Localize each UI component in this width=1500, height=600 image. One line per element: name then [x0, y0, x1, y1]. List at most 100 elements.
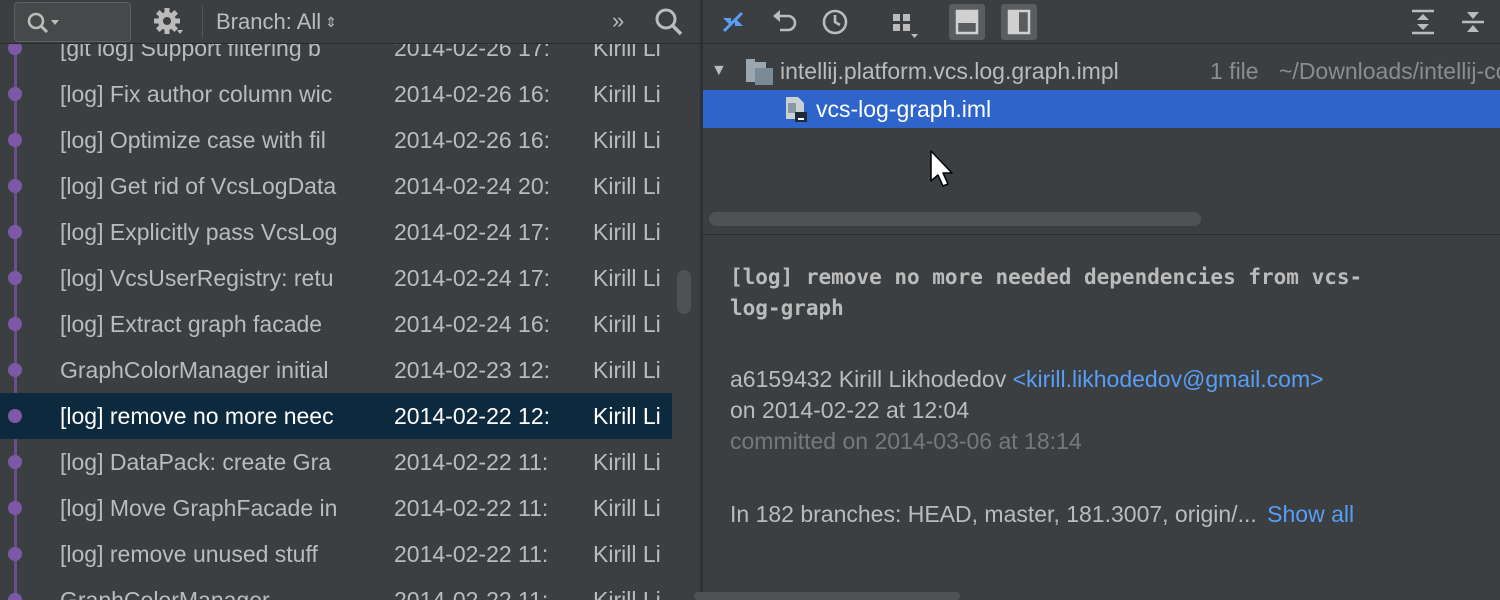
more-filters-button[interactable]: » [612, 6, 624, 38]
commit-hash-author: a6159432 Kirill Likhodedov [730, 366, 1007, 392]
collapse-all-icon [1462, 12, 1484, 32]
commit-row[interactable]: [log] Get rid of VcsLogData 2014-02-24 20… [0, 163, 672, 209]
commit-row[interactable]: [log] Move GraphFacade in 2014-02-22 11: K… [0, 485, 672, 531]
commit-graph-node [8, 547, 22, 561]
commit-date: 2014-02-22 11: [394, 587, 549, 600]
tree-module-node[interactable]: ▼ intellij.platform.vcs.log.graph.impl 1… [703, 52, 1500, 90]
commit-message: [log] Move GraphFacade in [60, 495, 338, 521]
collapse-all-button[interactable] [1455, 4, 1491, 40]
module-folder-icon [746, 59, 773, 85]
commit-graph-node [8, 87, 22, 101]
commit-graph-node [8, 271, 22, 285]
commit-date: 2014-02-26 16: [394, 81, 551, 107]
commit-message: [log] Get rid of VcsLogData [60, 173, 337, 199]
commit-author: Kirill Li [593, 311, 661, 337]
branch-filter-dropdown[interactable]: Branch: All ⇕ [216, 6, 337, 38]
module-name: intellij.platform.vcs.log.graph.impl [780, 58, 1119, 84]
commit-date: 2014-02-26 16: [394, 127, 551, 153]
gear-icon [154, 8, 183, 34]
commit-date: 2014-02-24 16: [394, 311, 551, 337]
expanded-arrow-icon[interactable]: ▼ [711, 52, 727, 90]
iml-file-icon [786, 97, 807, 122]
settings-button[interactable] [150, 6, 186, 38]
commit-row[interactable]: [log] Extract graph facade 2014-02-24 16:… [0, 301, 672, 347]
commit-subject: [log] remove no more needed dependencies… [730, 265, 1363, 320]
commit-author: Kirill Li [593, 127, 661, 153]
commit-log-table[interactable]: [git log] Support filtering b 2014-02-26 … [0, 44, 672, 600]
search-with-dropdown-icon [27, 12, 59, 34]
commit-row[interactable]: [log] DataPack: create Gra 2014-02-22 11:… [0, 439, 672, 485]
commit-row[interactable]: [log] Optimize case with fil 2014-02-26 1… [0, 117, 672, 163]
commit-graph-node [8, 44, 22, 55]
commit-graph-node [8, 593, 22, 600]
expand-all-icon [1412, 9, 1434, 35]
tree-horizontal-scrollbar[interactable] [709, 212, 1201, 226]
commit-row[interactable]: [log] VcsUserRegistry: retu 2014-02-24 17… [0, 255, 672, 301]
find-button[interactable] [652, 4, 688, 40]
commit-date: 2014-02-26 17: [394, 44, 551, 61]
commit-author: Kirill Li [593, 357, 661, 383]
commit-message: GraphColorManager initial [60, 357, 329, 383]
commit-row[interactable]: [log] remove no more neec 2014-02-22 12: K… [0, 393, 672, 439]
show-all-branches-link[interactable]: Show all [1267, 501, 1354, 527]
committed-date: committed on 2014-03-06 at 18:14 [730, 428, 1082, 454]
branches-line: In 182 branches: HEAD, master, 181.3007,… [730, 499, 1490, 530]
show-diff-button[interactable] [715, 4, 751, 40]
commit-message: [git log] Support filtering b [60, 44, 321, 61]
commit-date: 2014-02-23 12: [394, 357, 551, 383]
commit-graph-node [8, 363, 22, 377]
commit-graph-node [8, 133, 22, 147]
commit-author-line: a6159432 Kirill Likhodedov <kirill.likho… [730, 364, 1490, 395]
commit-author: Kirill Li [593, 541, 661, 567]
commit-graph-node [8, 501, 22, 515]
commit-author: Kirill Li [593, 265, 661, 291]
history-button[interactable] [817, 4, 853, 40]
commit-date: 2014-02-22 12: [394, 403, 551, 429]
tree-file-node[interactable]: vcs-log-graph.iml [703, 90, 1500, 128]
log-vertical-scrollbar[interactable] [677, 270, 691, 314]
commit-author: Kirill Li [593, 44, 661, 61]
branch-filter-label: Branch: All [216, 9, 322, 34]
commit-row[interactable]: [git log] Support filtering b 2014-02-26 … [0, 44, 672, 71]
toolbar-separator [202, 6, 203, 38]
authored-date: on 2014-02-22 at 12:04 [730, 397, 970, 423]
search-field[interactable] [14, 2, 131, 42]
commit-author: Kirill Li [593, 403, 661, 429]
group-by-button[interactable] [885, 4, 921, 40]
commit-meta: a6159432 Kirill Likhodedov <kirill.likho… [730, 364, 1490, 457]
commit-date: 2014-02-22 11: [394, 495, 549, 521]
commit-message: [log] VcsUserRegistry: retu [60, 265, 334, 291]
commit-graph-node [8, 179, 22, 193]
commit-author: Kirill Li [593, 219, 661, 245]
changed-files-tree[interactable]: ▼ intellij.platform.vcs.log.graph.impl 1… [703, 52, 1500, 232]
module-path: ~/Downloads/intellij-community [1279, 58, 1500, 84]
history-icon [822, 9, 848, 35]
author-email-link[interactable]: <kirill.likhodedov@gmail.com> [1013, 366, 1324, 392]
updown-arrows-icon: ⇕ [325, 14, 337, 30]
commit-row[interactable]: [log] remove unused stuff 2014-02-22 11: K… [0, 531, 672, 577]
commit-message: [log] Fix author column wic [60, 81, 333, 107]
layout-side-icon [1007, 9, 1031, 35]
commit-author: Kirill Li [593, 587, 661, 600]
layout-side-button[interactable] [1001, 4, 1037, 40]
file-name: vcs-log-graph.iml [816, 96, 992, 122]
commit-message: GraphColorManager [60, 587, 270, 600]
module-file-count: 1 file [1210, 58, 1259, 84]
commit-date: 2014-02-24 17: [394, 265, 551, 291]
layout-top-icon [955, 9, 979, 35]
commit-log-panel: Branch: All ⇕ » [git log] Support filteri… [0, 0, 700, 600]
revert-button[interactable] [767, 4, 803, 40]
commit-row[interactable]: [log] Explicitly pass VcsLog 2014-02-24 1… [0, 209, 672, 255]
commit-row[interactable]: GraphColorManager initial 2014-02-23 12: K… [0, 347, 672, 393]
commit-details-panel: ▼ intellij.platform.vcs.log.graph.impl 1… [703, 0, 1500, 600]
commit-row[interactable]: GraphColorManager 2014-02-22 11: Kirill Li [0, 577, 672, 600]
commit-author: Kirill Li [593, 495, 661, 521]
commit-row[interactable]: [log] Fix author column wic 2014-02-26 16… [0, 71, 672, 117]
commit-author: Kirill Li [593, 173, 661, 199]
commit-date: 2014-02-22 11: [394, 541, 549, 567]
bottom-horizontal-scrollbar[interactable] [694, 592, 960, 600]
layout-top-button[interactable] [949, 4, 985, 40]
expand-all-button[interactable] [1405, 4, 1441, 40]
changes-toolbar [703, 0, 1500, 44]
commit-graph-node [8, 455, 22, 469]
